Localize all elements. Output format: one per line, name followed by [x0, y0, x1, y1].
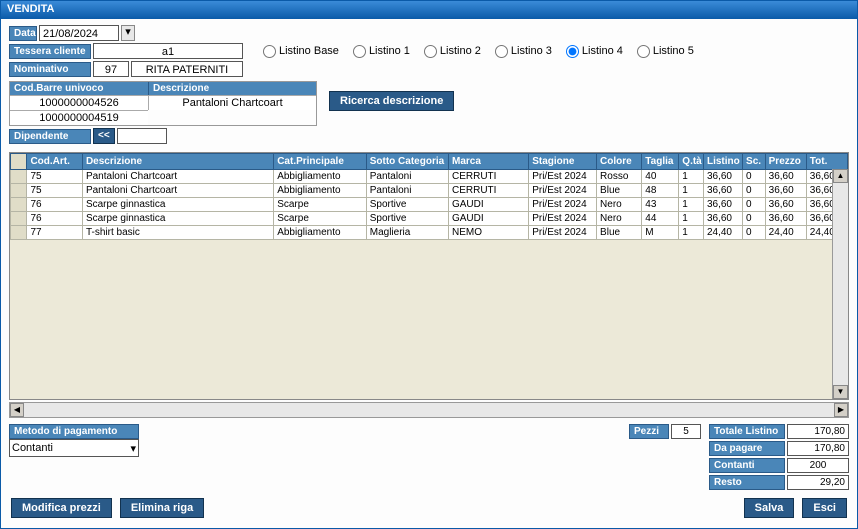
dapagare-label: Da pagare [709, 441, 785, 456]
barcode-1[interactable]: 1000000004526 [10, 95, 148, 110]
table-row[interactable]: 76Scarpe ginnasticaScarpeSportiveGAUDIPr… [11, 212, 848, 226]
ricerca-button[interactable]: Ricerca descrizione [329, 91, 454, 111]
payment-label: Metodo di pagamento [9, 424, 139, 439]
payment-value: Contanti [12, 442, 53, 454]
col-header[interactable]: Marca [448, 154, 528, 170]
vscrollbar[interactable]: ▲ ▼ [832, 169, 848, 399]
data-dropdown-btn[interactable]: ▾ [121, 25, 135, 41]
titlebar: VENDITA [1, 1, 857, 19]
barcode-box: Cod.Barre univoco Descrizione 1000000004… [9, 81, 317, 126]
pezzi-label: Pezzi [629, 424, 669, 439]
resto-value: 29,20 [787, 475, 849, 490]
totale-label: Totale Listino [709, 424, 785, 439]
nominativo-label: Nominativo [9, 62, 91, 77]
listino-radio-0[interactable]: Listino Base [263, 45, 339, 58]
col-header[interactable]: Descrizione [82, 154, 273, 170]
listino-radios: Listino Base Listino 1 Listino 2 Listino 3 L… [263, 45, 694, 58]
dipendente-label: Dipendente [9, 129, 91, 144]
barcode-desc[interactable]: Pantaloni Chartcoart [148, 95, 316, 110]
hscrollbar[interactable]: ◀ ▶ [9, 402, 849, 418]
col-header[interactable]: Q.tà [679, 154, 704, 170]
dapagare-value: 170,80 [787, 441, 849, 456]
col-header[interactable]: Colore [597, 154, 642, 170]
scroll-right-icon[interactable]: ▶ [834, 403, 848, 417]
chevron-down-icon[interactable]: ▾ [130, 442, 136, 455]
elimina-riga-button[interactable]: Elimina riga [120, 498, 204, 518]
table-row[interactable]: 76Scarpe ginnasticaScarpeSportiveGAUDIPr… [11, 198, 848, 212]
col-header[interactable]: Stagione [529, 154, 597, 170]
listino-radio-3[interactable]: Listino 3 [495, 45, 552, 58]
listino-radio-2[interactable]: Listino 2 [424, 45, 481, 58]
payment-box: Metodo di pagamento Contanti ▾ [9, 424, 139, 457]
col-header[interactable]: Sotto Categoria [366, 154, 448, 170]
col-header[interactable]: Taglia [642, 154, 679, 170]
col-header[interactable]: Cat.Principale [274, 154, 367, 170]
payment-select[interactable]: Contanti ▾ [9, 439, 139, 457]
col-header[interactable]: Sc. [743, 154, 766, 170]
col-header[interactable]: Prezzo [765, 154, 806, 170]
totale-value: 170,80 [787, 424, 849, 439]
dipendente-back-button[interactable]: << [93, 128, 115, 144]
tessera-label: Tessera cliente [9, 44, 91, 59]
salva-button[interactable]: Salva [744, 498, 795, 518]
listino-radio-4[interactable]: Listino 4 [566, 45, 623, 58]
table-row[interactable]: 75Pantaloni ChartcoartAbbigliamentoPanta… [11, 184, 848, 198]
resto-label: Resto [709, 475, 785, 490]
esci-button[interactable]: Esci [802, 498, 847, 518]
vendita-window: VENDITA Data 21/08/2024 ▾ Tessera client… [0, 0, 858, 529]
contanti-label: Contanti [709, 458, 785, 473]
scroll-down-icon[interactable]: ▼ [833, 385, 848, 399]
pezzi-value: 5 [671, 424, 701, 439]
items-table[interactable]: Cod.Art.DescrizioneCat.PrincipaleSotto C… [10, 153, 848, 240]
table-row[interactable]: 77T-shirt basicAbbigliamentoMaglieriaNEM… [11, 226, 848, 240]
col-header[interactable]: Cod.Art. [27, 154, 83, 170]
barcode-2[interactable]: 1000000004519 [10, 110, 148, 125]
tessera-field[interactable]: a1 [93, 43, 243, 59]
barcode-header: Cod.Barre univoco [10, 82, 148, 95]
listino-radio-5[interactable]: Listino 5 [637, 45, 694, 58]
scroll-up-icon[interactable]: ▲ [833, 169, 848, 183]
nominativo-name[interactable]: RITA PATERNITI [131, 61, 243, 77]
modifica-prezzi-button[interactable]: Modifica prezzi [11, 498, 112, 518]
col-header[interactable]: Tot. [806, 154, 847, 170]
data-label: Data [9, 26, 37, 41]
items-grid: Cod.Art.DescrizioneCat.PrincipaleSotto C… [9, 152, 849, 400]
desc-header: Descrizione [148, 82, 316, 95]
nominativo-code[interactable]: 97 [93, 61, 129, 77]
table-row[interactable]: 75Pantaloni ChartcoartAbbigliamentoPanta… [11, 170, 848, 184]
dipendente-field[interactable] [117, 128, 167, 144]
col-header[interactable]: Listino [703, 154, 742, 170]
listino-radio-1[interactable]: Listino 1 [353, 45, 410, 58]
scroll-left-icon[interactable]: ◀ [10, 403, 24, 417]
contanti-value[interactable]: 200 [787, 458, 849, 473]
data-field[interactable]: 21/08/2024 [39, 25, 119, 41]
